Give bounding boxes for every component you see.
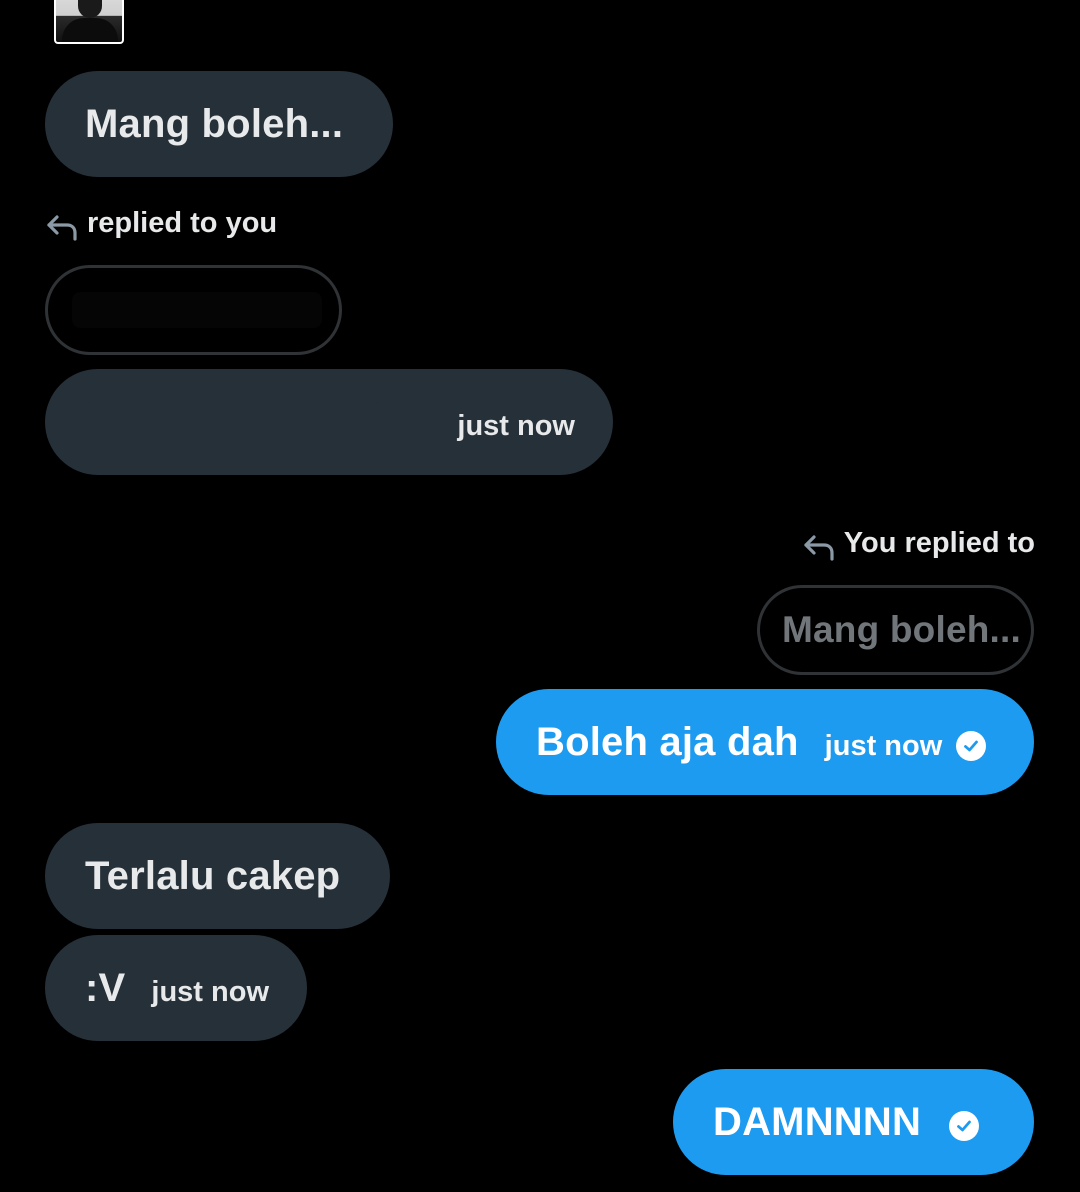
quoted-text: Mang boleh... (782, 609, 1021, 650)
message-timestamp: just now (824, 729, 943, 762)
quoted-message[interactable]: Mang boleh... (757, 585, 1034, 675)
incoming-message-bubble[interactable]: Mang boleh... (45, 71, 393, 177)
reply-indicator: replied to you (45, 205, 277, 241)
incoming-message-bubble[interactable]: Terlalu cakep (45, 823, 390, 929)
avatar-head (78, 0, 102, 18)
reply-indicator: You replied to (802, 525, 1035, 561)
incoming-message-bubble[interactable]: :V just now (45, 935, 307, 1041)
check-circle-icon (949, 1111, 980, 1141)
reply-indicator-label: You replied to (843, 526, 1035, 559)
check-circle-icon (956, 731, 987, 761)
message-timestamp: just now (151, 975, 270, 1008)
quoted-message[interactable] (45, 265, 342, 355)
avatar-shoulders (62, 18, 118, 42)
reply-arrow-icon (804, 535, 834, 561)
outgoing-message-bubble[interactable]: Boleh aja dah just now (496, 689, 1034, 795)
message-text: Mang boleh... (85, 101, 344, 146)
reply-arrow-icon (47, 215, 77, 241)
message-text: DAMNNNN (713, 1099, 922, 1144)
reply-indicator-label: replied to you (87, 206, 278, 239)
redacted-text (85, 402, 385, 442)
redacted-text (72, 292, 322, 328)
message-text: Terlalu cakep (85, 853, 341, 898)
outgoing-message-bubble[interactable]: DAMNNNN (673, 1069, 1034, 1175)
message-text: :V (85, 965, 126, 1010)
incoming-message-bubble[interactable]: just now (45, 369, 613, 475)
message-text: Boleh aja dah (536, 719, 799, 764)
message-timestamp: just now (457, 409, 575, 442)
sender-avatar[interactable] (54, 0, 124, 44)
